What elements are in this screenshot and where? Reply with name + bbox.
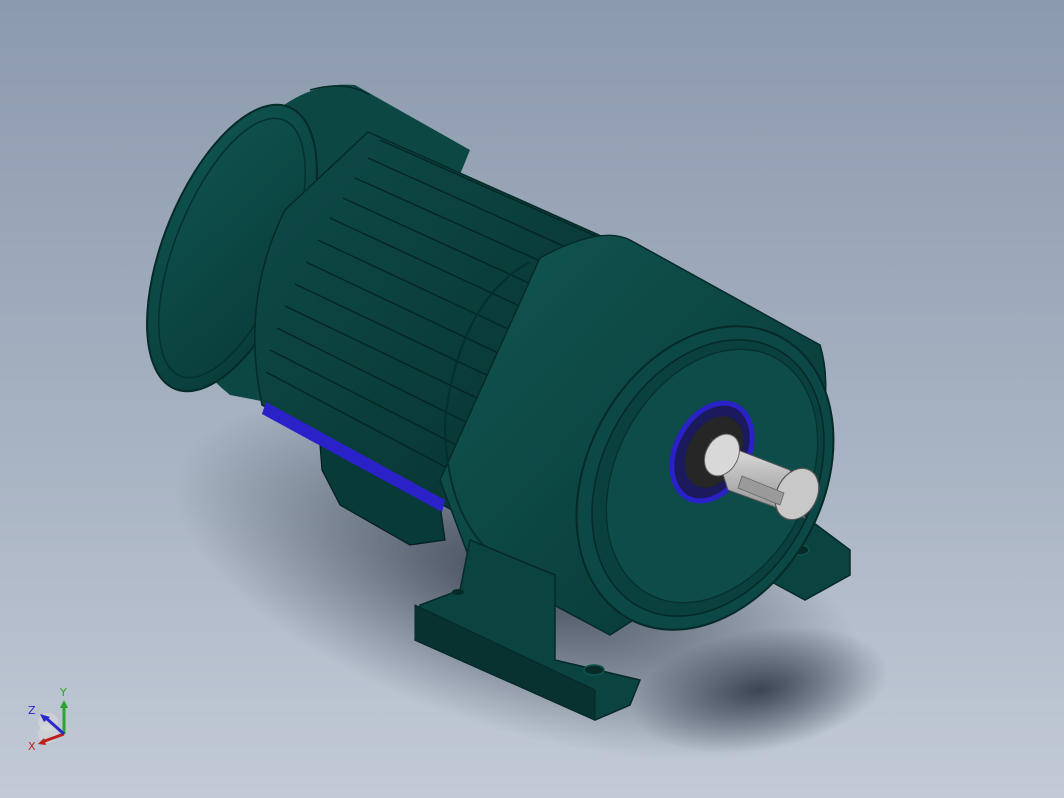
y-axis-arrow [60,700,68,708]
graphics-viewport[interactable]: Y Z X [0,0,1064,798]
reference-triad: Y Z X [28,686,68,753]
mounting-hole-front [583,664,605,676]
x-axis-label: X [28,740,36,753]
y-axis-label: Y [59,686,67,699]
mounting-hole-rear [452,589,464,595]
model-view[interactable] [0,0,1064,798]
z-axis-label: Z [28,704,36,717]
